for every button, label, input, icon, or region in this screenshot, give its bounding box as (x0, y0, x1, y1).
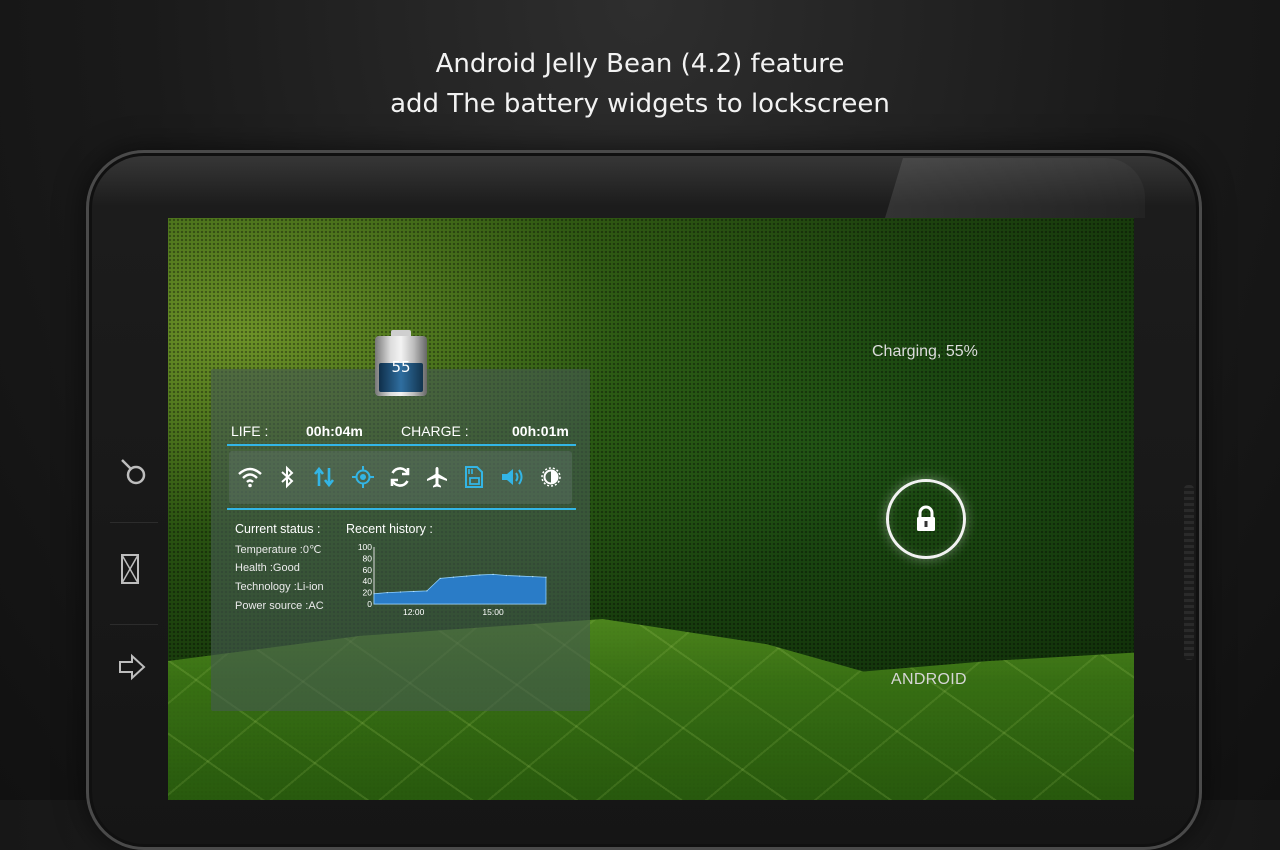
unlock-button[interactable] (886, 479, 966, 559)
x-tick-label: 15:00 (482, 607, 504, 617)
side-separator (110, 624, 158, 625)
history-area-series (373, 573, 547, 605)
status-title: Current status : (235, 522, 321, 536)
status-line: Temperature :0℃ (235, 544, 322, 556)
battery-level: 55 (391, 358, 411, 376)
arrow-right-icon[interactable] (112, 647, 152, 687)
charge-value: 00h:01m (512, 423, 569, 439)
divider (227, 444, 576, 446)
battery-history-chart: 10080 6040 200 12:00 15:00 (358, 542, 547, 617)
phone-rotate-icon[interactable] (112, 451, 152, 491)
y-tick-label: 0 (367, 599, 372, 609)
divider (227, 508, 576, 510)
status-line: Technology :Li-ion (235, 581, 324, 593)
bluetooth-icon[interactable] (269, 459, 305, 495)
auto-sync-icon[interactable] (382, 459, 418, 495)
status-line: Power source :AC (235, 600, 324, 612)
airplane-icon[interactable] (419, 459, 455, 495)
history-point (505, 574, 507, 577)
side-grip (1184, 485, 1194, 660)
side-separator (110, 522, 158, 523)
gps-icon[interactable] (345, 459, 381, 495)
volume-icon[interactable] (495, 459, 531, 495)
y-tick-label: 20 (363, 588, 373, 598)
wifi-icon[interactable] (232, 459, 268, 495)
status-line: Health :Good (235, 562, 300, 574)
data-sync-arrows-icon[interactable] (306, 459, 342, 495)
x-tick-label: 12:00 (403, 607, 425, 617)
history-point (479, 574, 481, 576)
brightness-icon[interactable] (533, 459, 569, 495)
history-point (386, 592, 388, 594)
history-point (399, 591, 402, 593)
history-point (518, 575, 521, 577)
headline-line-2: add The battery widgets to lockscreen (390, 89, 890, 119)
battery-icon: 55 (375, 330, 427, 396)
history-point (545, 576, 547, 578)
y-tick-label: 80 (363, 553, 373, 563)
charge-label: CHARGE : (401, 423, 469, 439)
lock-icon (917, 505, 935, 531)
history-point (426, 590, 428, 592)
screen-rotate-icon[interactable] (110, 549, 150, 589)
life-label: LIFE : (231, 423, 269, 439)
bezel-glare (885, 158, 1145, 218)
y-tick-label: 40 (363, 576, 373, 586)
life-value: 00h:04m (306, 423, 363, 439)
history-point (532, 576, 534, 578)
history-point (452, 576, 454, 578)
history-title: Recent history : (346, 522, 433, 536)
headline-line-1: Android Jelly Bean (4.2) feature (435, 49, 845, 79)
history-point (492, 573, 494, 575)
history-point (373, 593, 375, 595)
history-point (439, 577, 441, 579)
sd-card-icon[interactable] (456, 459, 492, 495)
owner-info: ANDROID (891, 671, 967, 688)
charging-status: Charging, 55% (872, 343, 978, 360)
y-tick-label: 100 (358, 542, 372, 552)
y-tick-label: 60 (363, 565, 373, 575)
history-point (466, 575, 468, 577)
history-point (413, 590, 415, 593)
